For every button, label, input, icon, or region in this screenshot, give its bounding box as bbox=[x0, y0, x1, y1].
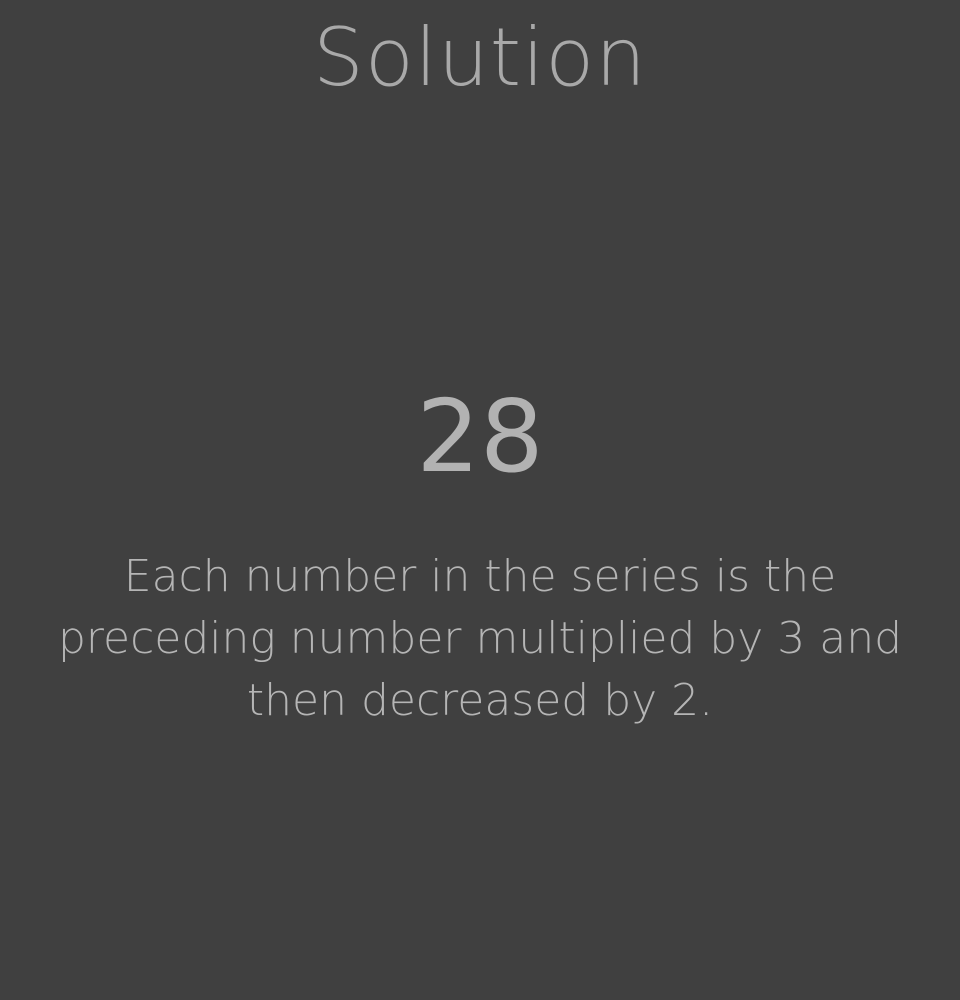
solution-screen: Solution 28 Each number in the series is… bbox=[0, 0, 960, 1000]
answer-value: 28 bbox=[416, 378, 544, 495]
explanation-text: Each number in the series is the precedi… bbox=[57, 551, 903, 726]
page-title: Solution bbox=[313, 11, 647, 104]
